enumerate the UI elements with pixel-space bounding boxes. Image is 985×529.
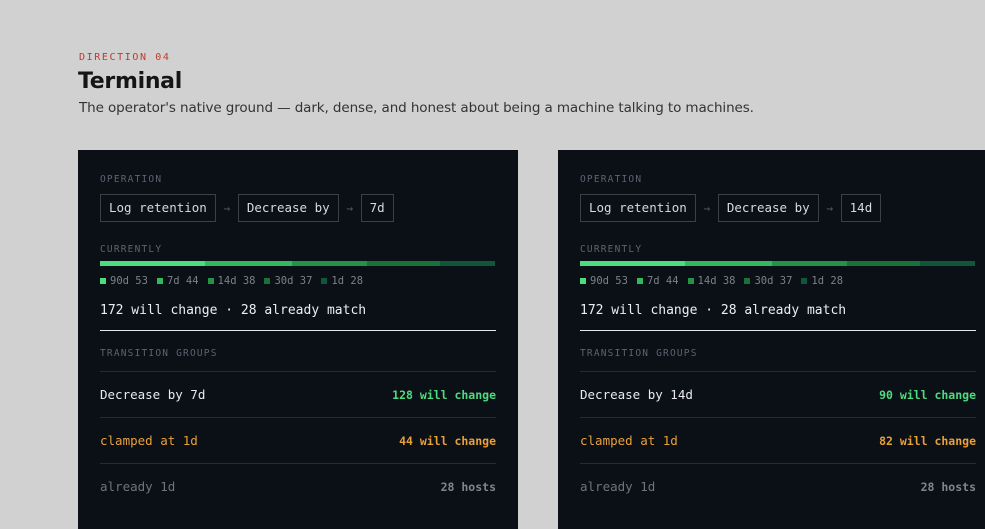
currently-label: CURRENTLY xyxy=(580,244,643,255)
legend-swatch xyxy=(264,278,271,284)
bar-segment xyxy=(846,261,920,266)
group-name: already 1d xyxy=(580,479,656,494)
target-chip[interactable]: Log retention xyxy=(580,194,696,222)
legend-label: 90d 53 xyxy=(110,275,148,287)
legend-label: 1d 28 xyxy=(811,275,844,287)
group-count: 28 hosts xyxy=(440,479,496,494)
action-chip[interactable]: Decrease by xyxy=(717,194,819,222)
page-subtitle: The operator's native ground — dark, den… xyxy=(79,100,754,116)
group-row-clamped[interactable]: clamped at 1d 44 will change xyxy=(100,417,496,463)
group-row-decrease[interactable]: Decrease by 7d 128 will change xyxy=(100,371,496,417)
group-count: 28 hosts xyxy=(920,479,976,494)
bar-segment xyxy=(204,261,292,266)
distribution-legend: 90d 53 7d 44 14d 38 30d 37 1d 28 xyxy=(100,275,372,287)
legend-item: 90d 53 xyxy=(580,275,628,287)
legend-swatch xyxy=(580,278,586,284)
arrow-right-icon: → xyxy=(223,201,231,215)
legend-swatch xyxy=(207,278,214,284)
arrow-right-icon: → xyxy=(703,201,711,215)
legend-label: 30d 37 xyxy=(754,275,793,287)
operation-label: OPERATION xyxy=(580,174,643,185)
transition-groups-label: TRANSITION GROUPS xyxy=(100,348,218,359)
group-name: Decrease by 7d xyxy=(100,387,206,402)
arrow-right-icon: → xyxy=(826,201,833,215)
bar-segment xyxy=(291,261,367,266)
legend-label: 7d 44 xyxy=(166,275,199,287)
group-count: 82 will change xyxy=(879,433,976,448)
terminal-panel-2: OPERATION Log retention → Decrease by → … xyxy=(558,150,985,529)
direction-eyebrow: DIRECTION 04 xyxy=(79,52,171,63)
amount-chip[interactable]: 14d xyxy=(840,194,882,222)
group-name: Decrease by 14d xyxy=(580,387,693,402)
legend-swatch xyxy=(744,278,751,284)
arrow-right-icon: → xyxy=(346,201,353,215)
legend-label: 7d 44 xyxy=(646,275,679,287)
group-name: clamped at 1d xyxy=(580,433,678,448)
group-name: clamped at 1d xyxy=(100,433,198,448)
legend-swatch xyxy=(321,278,328,284)
bar-segment xyxy=(366,261,440,266)
legend-item: 30d 37 xyxy=(744,275,792,287)
legend-label: 30d 37 xyxy=(274,275,313,287)
group-count: 128 will change xyxy=(392,387,496,402)
change-summary: 172 will change · 28 already match xyxy=(580,303,847,318)
group-count: 90 will change xyxy=(879,387,976,402)
operation-row: Log retention → Decrease by → 14d xyxy=(580,194,882,222)
group-name: already 1d xyxy=(100,479,176,494)
distribution-bar xyxy=(100,261,495,266)
legend-label: 14d 38 xyxy=(697,275,736,287)
terminal-panel-1: OPERATION Log retention → Decrease by → … xyxy=(78,150,518,529)
distribution-bar xyxy=(580,261,975,266)
divider xyxy=(580,330,976,331)
legend-item: 1d 28 xyxy=(801,275,843,287)
group-row-already[interactable]: already 1d 28 hosts xyxy=(100,463,496,509)
legend-label: 90d 53 xyxy=(590,275,628,287)
legend-item: 14d 38 xyxy=(207,275,256,287)
bar-segment xyxy=(580,261,685,266)
bar-segment xyxy=(919,261,975,266)
legend-swatch xyxy=(801,278,808,284)
group-row-clamped[interactable]: clamped at 1d 82 will change xyxy=(580,417,976,463)
legend-swatch xyxy=(156,278,163,284)
legend-item: 14d 38 xyxy=(687,275,736,287)
group-row-already[interactable]: already 1d 28 hosts xyxy=(580,463,976,509)
bar-segment xyxy=(684,261,772,266)
amount-chip[interactable]: 7d xyxy=(360,194,394,222)
legend-label: 14d 38 xyxy=(217,275,256,287)
legend-item: 90d 53 xyxy=(100,275,148,287)
distribution-legend: 90d 53 7d 44 14d 38 30d 37 1d 28 xyxy=(580,275,852,287)
bar-segment xyxy=(439,261,495,266)
legend-swatch xyxy=(100,278,106,284)
legend-label: 1d 28 xyxy=(331,275,364,287)
legend-item: 30d 37 xyxy=(264,275,312,287)
target-chip[interactable]: Log retention xyxy=(100,194,216,222)
group-count: 44 will change xyxy=(399,433,496,448)
legend-item: 7d 44 xyxy=(636,275,679,287)
change-summary: 172 will change · 28 already match xyxy=(100,303,367,318)
bar-segment xyxy=(771,261,847,266)
action-chip[interactable]: Decrease by xyxy=(237,194,339,222)
legend-swatch xyxy=(687,278,694,284)
legend-item: 1d 28 xyxy=(321,275,363,287)
group-row-decrease[interactable]: Decrease by 14d 90 will change xyxy=(580,371,976,417)
currently-label: CURRENTLY xyxy=(100,244,163,255)
legend-swatch xyxy=(636,278,643,284)
operation-label: OPERATION xyxy=(100,174,163,185)
operation-row: Log retention → Decrease by → 7d xyxy=(100,194,394,222)
legend-item: 7d 44 xyxy=(156,275,199,287)
transition-groups-label: TRANSITION GROUPS xyxy=(580,348,698,359)
divider xyxy=(100,330,496,331)
bar-segment xyxy=(100,261,205,266)
page-title: Terminal xyxy=(78,69,182,94)
